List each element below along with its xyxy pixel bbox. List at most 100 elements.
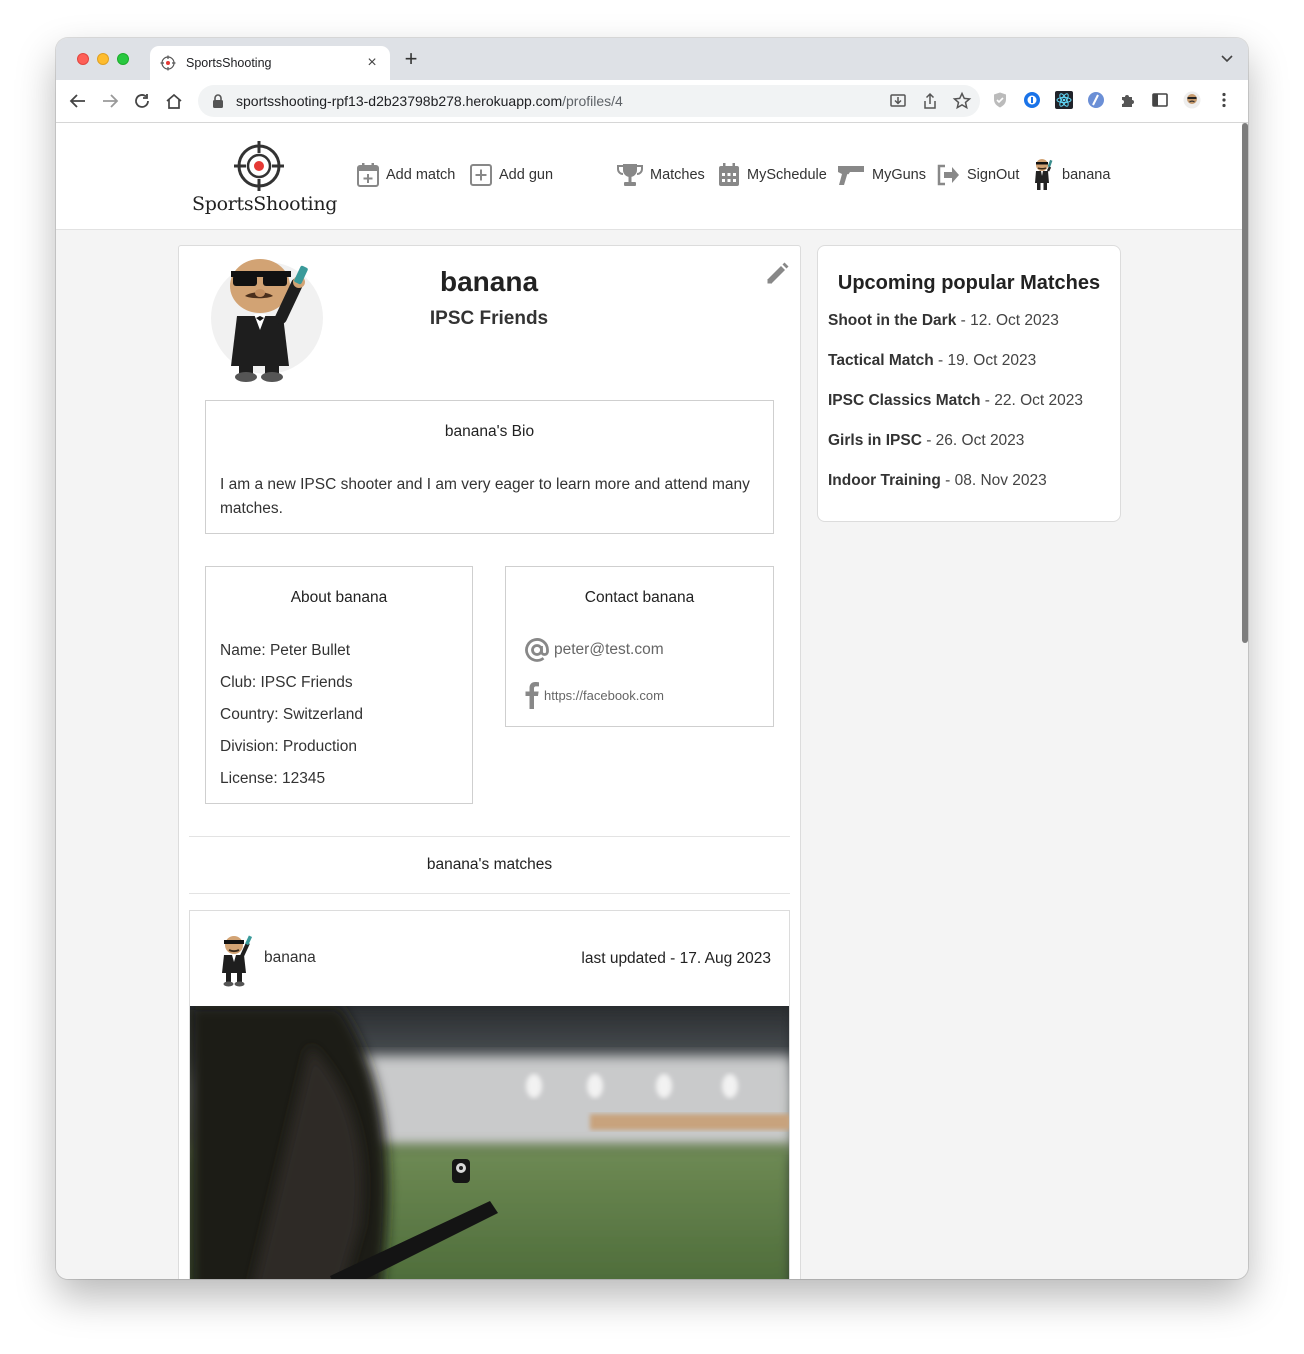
upcoming-item-name[interactable]: IPSC Classics Match bbox=[828, 392, 980, 409]
tab-close-icon[interactable]: × bbox=[364, 54, 380, 72]
upcoming-item[interactable]: Tactical Match - 19. Oct 2023 bbox=[828, 349, 1120, 389]
contact-box: Contact banana peter@test.com https://fa… bbox=[505, 566, 774, 727]
react-devtools-extension-icon[interactable] bbox=[1054, 90, 1074, 110]
upcoming-item-name[interactable]: Indoor Training bbox=[828, 472, 941, 489]
about-box: About banana Name: Peter Bullet Club: IP… bbox=[205, 566, 473, 804]
back-button[interactable] bbox=[66, 90, 90, 112]
address-bar[interactable]: sportsshooting-rpf13-d2b23798b278.heroku… bbox=[198, 85, 980, 117]
url-host: sportsshooting-rpf13-d2b23798b278.heroku… bbox=[236, 93, 563, 109]
user-avatar bbox=[1035, 159, 1053, 190]
browser-window: SportsShooting × + sportsshooting-rpf13-… bbox=[56, 38, 1248, 1279]
target-favicon-icon bbox=[160, 55, 176, 71]
maximize-window-button[interactable] bbox=[117, 53, 129, 65]
about-club: Club: IPSC Friends bbox=[220, 674, 353, 691]
page-scrollbar[interactable] bbox=[1242, 123, 1248, 1279]
home-button[interactable] bbox=[162, 90, 186, 112]
upcoming-item-name[interactable]: Shoot in the Dark bbox=[828, 312, 956, 329]
nav-add-match[interactable]: Add match bbox=[356, 161, 455, 189]
calendar-plus-icon bbox=[357, 163, 379, 187]
upcoming-item[interactable]: Shoot in the Dark - 12. Oct 2023 bbox=[828, 309, 1120, 349]
trophy-icon bbox=[617, 164, 643, 186]
close-window-button[interactable] bbox=[77, 53, 89, 65]
match-owner-name[interactable]: banana bbox=[264, 949, 316, 967]
profile-avatar-icon[interactable] bbox=[1182, 90, 1202, 110]
nav-myschedule-label: MySchedule bbox=[747, 167, 827, 183]
brand-logo-link[interactable]: SportsShooting bbox=[192, 141, 338, 215]
about-license: License: 12345 bbox=[220, 770, 326, 787]
tab-title: SportsShooting bbox=[186, 56, 272, 70]
shield-extension-icon[interactable] bbox=[990, 90, 1010, 110]
upcoming-list: Shoot in the Dark - 12. Oct 2023 Tactica… bbox=[828, 309, 1120, 509]
sign-out-icon bbox=[937, 164, 959, 186]
reload-icon bbox=[135, 94, 149, 108]
nav-add-gun-label: Add gun bbox=[499, 167, 554, 183]
crosshair-logo-icon bbox=[234, 141, 284, 191]
contact-title: Contact banana bbox=[584, 589, 695, 606]
nav-user-profile[interactable]: banana bbox=[1030, 157, 1110, 193]
nav-signout-label: SignOut bbox=[967, 167, 1020, 183]
contact-email-link[interactable]: peter@test.com bbox=[524, 637, 664, 663]
upcoming-item-date: - 22. Oct 2023 bbox=[980, 392, 1084, 409]
password-manager-extension-icon[interactable] bbox=[1022, 90, 1042, 110]
browser-menu-icon[interactable] bbox=[1214, 90, 1234, 110]
nav-add-match-label: Add match bbox=[386, 167, 456, 183]
browser-tab[interactable]: SportsShooting × bbox=[150, 46, 390, 80]
matches-section-title: banana's matches bbox=[189, 836, 790, 894]
bio-text: I am a new IPSC shooter and I am very ea… bbox=[220, 476, 750, 517]
nav-matches[interactable]: Matches bbox=[616, 161, 705, 189]
install-app-icon[interactable] bbox=[888, 91, 908, 111]
about-title: About banana bbox=[290, 589, 388, 606]
nav-myguns-label: MyGuns bbox=[872, 167, 926, 183]
upcoming-item[interactable]: Girls in IPSC - 26. Oct 2023 bbox=[828, 429, 1120, 469]
about-list: Name: Peter Bullet Club: IPSC Friends Co… bbox=[220, 639, 458, 799]
browser-toolbar: sportsshooting-rpf13-d2b23798b278.heroku… bbox=[56, 80, 1248, 123]
nav-myguns[interactable]: MyGuns bbox=[836, 161, 926, 189]
profile-avatar bbox=[211, 259, 323, 382]
about-division: Division: Production bbox=[220, 738, 357, 755]
match-photo[interactable] bbox=[190, 1006, 790, 1279]
nav-signout[interactable]: SignOut bbox=[935, 161, 1019, 189]
upcoming-item-date: - 26. Oct 2023 bbox=[921, 432, 1025, 449]
profile-club: IPSC Friends bbox=[429, 308, 549, 329]
url-path: /profiles/4 bbox=[562, 93, 623, 109]
new-tab-button[interactable]: + bbox=[400, 48, 422, 70]
profile-name: banana bbox=[439, 266, 539, 297]
extensions-puzzle-icon[interactable] bbox=[1118, 90, 1138, 110]
tab-strip: SportsShooting × + bbox=[56, 38, 1248, 80]
bookmark-star-icon[interactable] bbox=[952, 91, 972, 111]
forward-button[interactable] bbox=[98, 90, 122, 112]
contact-email: peter@test.com bbox=[554, 641, 664, 658]
nav-myschedule[interactable]: MySchedule bbox=[717, 161, 827, 189]
bio-title: banana's Bio bbox=[444, 423, 535, 440]
about-name: Name: Peter Bullet bbox=[220, 642, 351, 659]
colorzilla-extension-icon[interactable] bbox=[1086, 90, 1106, 110]
upcoming-matches-card: Upcoming popular Matches Shoot in the Da… bbox=[817, 245, 1121, 522]
bio-box: banana's Bio I am a new IPSC shooter and… bbox=[205, 400, 774, 534]
upcoming-item-name[interactable]: Girls in IPSC bbox=[828, 432, 922, 449]
home-icon bbox=[166, 93, 182, 109]
minimize-window-button[interactable] bbox=[97, 53, 109, 65]
scrollbar-thumb[interactable] bbox=[1242, 123, 1248, 643]
match-card-header: banana last updated - 17. Aug 2023 bbox=[190, 911, 789, 1006]
contact-facebook-link[interactable]: https://facebook.com bbox=[524, 681, 664, 709]
square-plus-icon bbox=[470, 164, 492, 186]
share-icon[interactable] bbox=[920, 91, 940, 111]
side-panel-icon[interactable] bbox=[1150, 90, 1170, 110]
match-card[interactable]: banana last updated - 17. Aug 2023 bbox=[189, 910, 790, 1279]
page-content: SportsShooting Add match Add gun Matches… bbox=[56, 123, 1242, 1279]
brand-name: SportsShooting bbox=[192, 193, 338, 215]
site-navbar: SportsShooting Add match Add gun Matches… bbox=[56, 123, 1242, 230]
nav-add-gun[interactable]: Add gun bbox=[469, 161, 553, 189]
tab-search-chevron-icon[interactable] bbox=[1220, 52, 1234, 66]
reload-button[interactable] bbox=[130, 90, 154, 112]
nav-matches-label: Matches bbox=[650, 167, 705, 183]
pencil-edit-icon[interactable] bbox=[763, 260, 791, 288]
about-country: Country: Switzerland bbox=[220, 706, 364, 723]
upcoming-title: Upcoming popular Matches bbox=[837, 272, 1101, 294]
pistol-icon bbox=[838, 166, 864, 185]
match-last-updated: last updated - 17. Aug 2023 bbox=[581, 950, 771, 967]
upcoming-item[interactable]: Indoor Training - 08. Nov 2023 bbox=[828, 469, 1120, 509]
upcoming-item-name[interactable]: Tactical Match bbox=[828, 352, 934, 369]
forward-arrow-icon bbox=[103, 94, 119, 108]
upcoming-item[interactable]: IPSC Classics Match - 22. Oct 2023 bbox=[828, 389, 1120, 429]
